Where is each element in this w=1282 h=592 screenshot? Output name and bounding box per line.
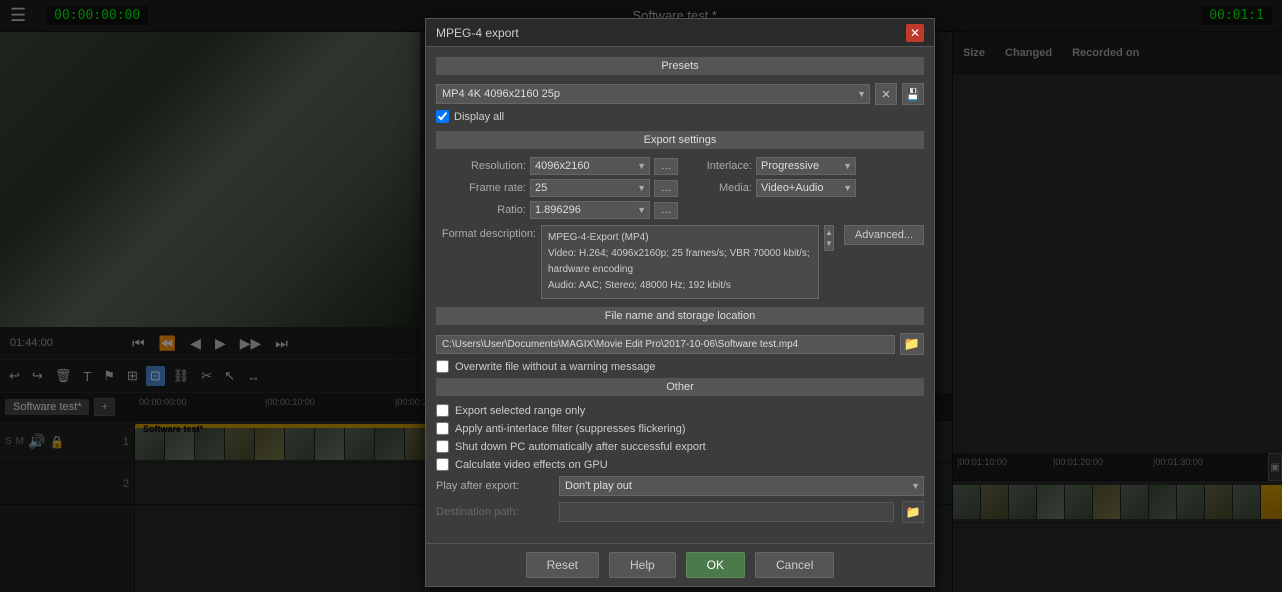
anti-interlace-checkbox[interactable]	[436, 422, 449, 435]
file-path-input[interactable]	[436, 335, 895, 354]
export-range-row: Export selected range only	[436, 404, 924, 417]
dialog-titlebar: MPEG-4 export ✕	[426, 19, 934, 47]
overwrite-row: Overwrite file without a warning message	[436, 360, 924, 373]
export-settings-section-header: Export settings	[436, 131, 924, 149]
dialog-close-button[interactable]: ✕	[906, 24, 924, 42]
ratio-label: Ratio:	[436, 204, 526, 216]
other-section-header: Other	[436, 378, 924, 396]
destination-path-row: Destination path: 📁	[436, 501, 924, 523]
preset-select-wrapper: MP4 4K 4096x2160 25p ▼	[436, 84, 870, 104]
framerate-dots-button[interactable]: …	[654, 180, 678, 197]
dest-path-label: Destination path:	[436, 506, 551, 518]
export-range-label[interactable]: Export selected range only	[455, 405, 585, 417]
scroll-up-icon[interactable]: ▲	[825, 228, 833, 237]
resolution-dots-button[interactable]: …	[654, 158, 678, 175]
preset-select[interactable]: MP4 4K 4096x2160 25p	[436, 84, 870, 104]
media-select-wrapper: Video+Audio ▼	[756, 179, 856, 197]
format-desc-label: Format description:	[436, 225, 536, 240]
anti-interlace-label[interactable]: Apply anti-interlace filter (suppresses …	[455, 423, 685, 435]
preset-save-button[interactable]: 💾	[902, 83, 924, 105]
interlace-select-wrapper: Progressive ▼	[756, 157, 856, 175]
help-button[interactable]: Help	[609, 552, 676, 578]
ok-button[interactable]: OK	[686, 552, 745, 578]
file-name-section-header: File name and storage location	[436, 307, 924, 325]
presets-row: MP4 4K 4096x2160 25p ▼ ✕ 💾	[436, 83, 924, 105]
interlace-select[interactable]: Progressive	[756, 157, 856, 175]
display-all-label[interactable]: Display all	[454, 111, 504, 123]
resolution-row: Resolution: 4096x2160 ▼ … Interlace: Pro…	[436, 157, 924, 175]
ratio-select[interactable]: 1.896296	[530, 201, 650, 219]
play-after-export-row: Play after export: Don't play out ▼	[436, 476, 924, 496]
dest-path-input[interactable]	[559, 502, 894, 522]
ratio-row: Ratio: 1.896296 ▼ …	[436, 201, 924, 219]
resolution-select[interactable]: 4096x2160	[530, 157, 650, 175]
gpu-checkbox[interactable]	[436, 458, 449, 471]
ratio-select-wrapper: 1.896296 ▼	[530, 201, 650, 219]
shutdown-label[interactable]: Shut down PC automatically after success…	[455, 441, 706, 453]
scroll-down-icon[interactable]: ▼	[825, 239, 833, 248]
play-after-select-wrapper: Don't play out ▼	[559, 476, 924, 496]
play-after-select[interactable]: Don't play out	[559, 476, 924, 496]
resolution-select-wrapper: 4096x2160 ▼	[530, 157, 650, 175]
browse-folder-button[interactable]: 📁	[900, 333, 924, 355]
reset-button[interactable]: Reset	[526, 552, 599, 578]
file-path-row: 📁	[436, 333, 924, 355]
format-desc-scrollbar[interactable]: ▲ ▼	[824, 225, 834, 251]
format-desc-text: MPEG-4-Export (MP4) Video: H.264; 4096x2…	[541, 225, 819, 299]
gpu-row: Calculate video effects on GPU	[436, 458, 924, 471]
framerate-select-wrapper: 25 ▼	[530, 179, 650, 197]
shutdown-row: Shut down PC automatically after success…	[436, 440, 924, 453]
shutdown-checkbox[interactable]	[436, 440, 449, 453]
framerate-select[interactable]: 25	[530, 179, 650, 197]
dialog-title: MPEG-4 export	[436, 26, 519, 40]
presets-section-header: Presets	[436, 57, 924, 75]
overwrite-checkbox[interactable]	[436, 360, 449, 373]
ratio-dots-button[interactable]: …	[654, 202, 678, 219]
play-after-label: Play after export:	[436, 480, 551, 492]
media-label: Media:	[682, 182, 752, 194]
format-description-row: Format description: MPEG-4-Export (MP4) …	[436, 225, 924, 299]
anti-interlace-row: Apply anti-interlace filter (suppresses …	[436, 422, 924, 435]
display-all-checkbox[interactable]	[436, 110, 449, 123]
export-dialog: MPEG-4 export ✕ Presets MP4 4K 4096x2160…	[425, 18, 935, 587]
interlace-label: Interlace:	[682, 160, 752, 172]
dialog-body: Presets MP4 4K 4096x2160 25p ▼ ✕ 💾 Displ…	[426, 47, 934, 543]
dest-browse-button[interactable]: 📁	[902, 501, 924, 523]
display-all-row: Display all	[436, 110, 924, 123]
overwrite-label[interactable]: Overwrite file without a warning message	[455, 361, 656, 373]
framerate-row: Frame rate: 25 ▼ … Media: Video+Audio ▼	[436, 179, 924, 197]
dialog-footer: Reset Help OK Cancel	[426, 543, 934, 586]
cancel-button[interactable]: Cancel	[755, 552, 834, 578]
preset-delete-button[interactable]: ✕	[875, 83, 897, 105]
resolution-label: Resolution:	[436, 160, 526, 172]
media-select[interactable]: Video+Audio	[756, 179, 856, 197]
gpu-label[interactable]: Calculate video effects on GPU	[455, 459, 608, 471]
framerate-label: Frame rate:	[436, 182, 526, 194]
advanced-button[interactable]: Advanced...	[844, 225, 924, 245]
export-range-checkbox[interactable]	[436, 404, 449, 417]
